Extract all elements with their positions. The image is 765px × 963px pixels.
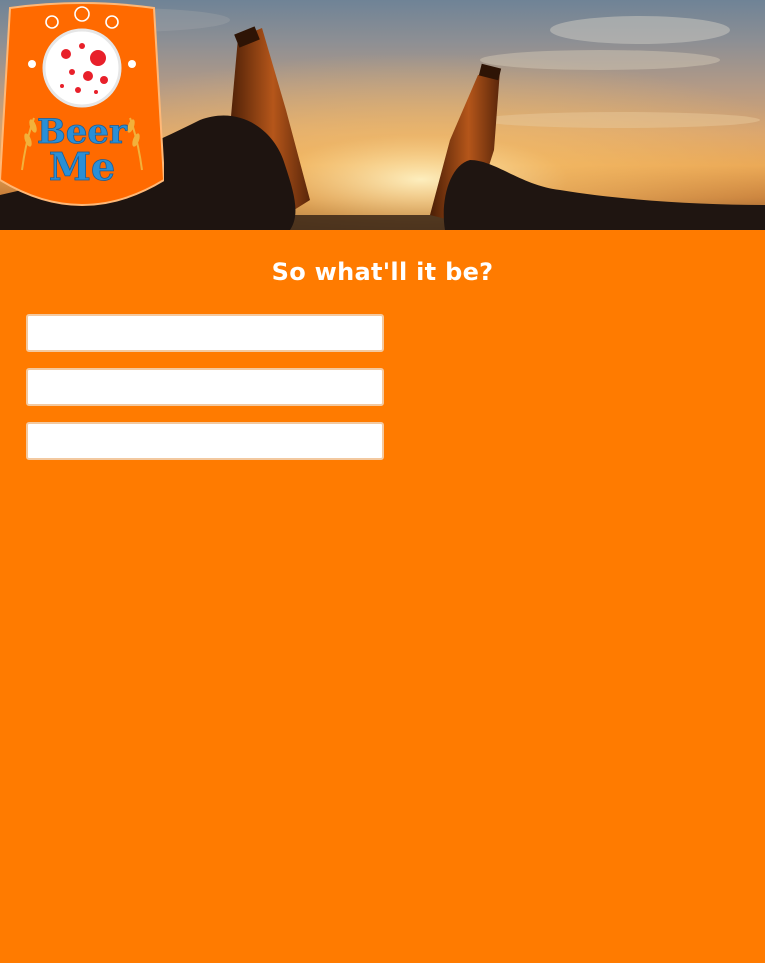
order-field-1[interactable] [26, 314, 384, 352]
order-field-2[interactable] [26, 368, 384, 406]
logo-text-me: Me [49, 144, 115, 189]
order-field-3[interactable] [26, 422, 384, 460]
beer-me-logo: Beer Me [0, 2, 164, 206]
page-heading: So what'll it be? [271, 258, 494, 286]
hero-banner: Beer Me [0, 0, 765, 230]
